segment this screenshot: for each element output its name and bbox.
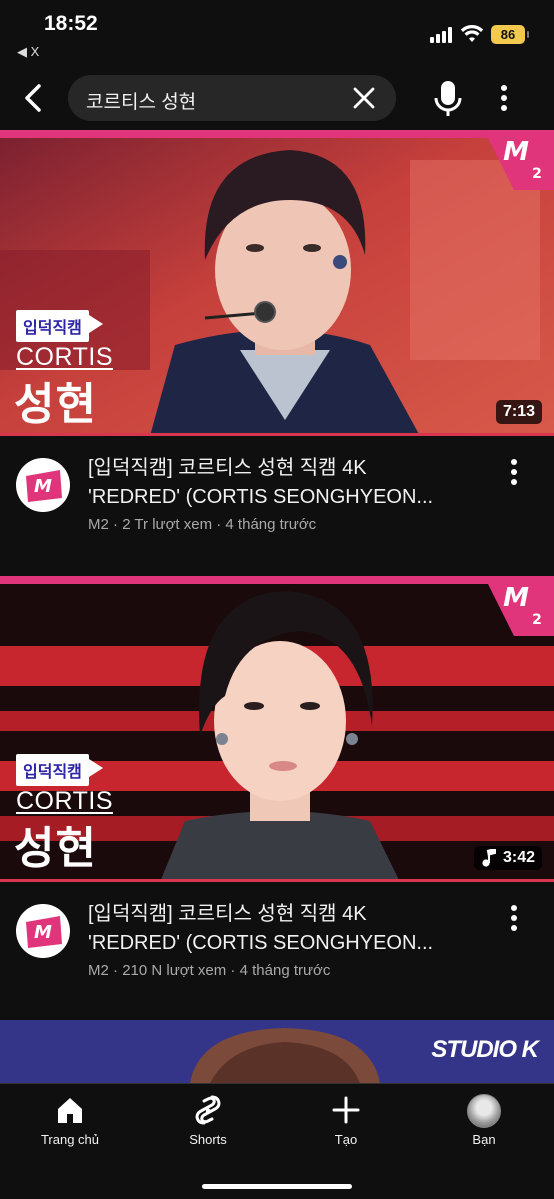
svg-text:2: 2 (532, 612, 542, 628)
video-title-line-2: 'REDRED' (CORTIS SEONGHYEON... (88, 932, 434, 954)
channel-avatar[interactable]: M (16, 904, 70, 958)
home-icon (58, 1098, 82, 1123)
search-input[interactable]: 코르티스 성현 (68, 75, 396, 121)
video-title-line-2: 'REDRED' (CORTIS SEONGHYEON... (88, 486, 434, 508)
studio-k-logo: STUDIO K (431, 1036, 539, 1063)
search-query-text: 코르티스 성현 (86, 92, 197, 113)
overlay-member-name: 성현 (14, 380, 97, 429)
svg-text:M: M (503, 583, 529, 613)
channel-name: M2 (88, 962, 109, 979)
video-meta: M [입덕직캠] 코르티스 성현 직캠 4K 'REDRED' (CORTIS … (0, 882, 554, 1012)
more-vert-icon[interactable] (492, 80, 516, 116)
m2-logo-icon: M (26, 916, 62, 948)
channel-name: M2 (88, 516, 109, 533)
status-time: 18:52 (44, 12, 98, 35)
video-thumbnail[interactable]: STUDIO K (0, 1020, 554, 1083)
video-thumbnail[interactable]: M 2 입덕직캠 CORTIS 성현 3:42 (0, 576, 554, 882)
m2-channel-logo: M 2 (484, 130, 554, 190)
video-title-line-1: [입덕직캠] 코르티스 성현 직캠 4K (88, 903, 367, 925)
upload-age: 4 tháng trước (225, 516, 317, 533)
wifi-icon (460, 24, 484, 42)
video-result[interactable]: STUDIO K (0, 1020, 554, 1083)
battery-indicator: 86 (491, 25, 529, 44)
video-subtitle: M2 · 210 N lượt xem · 4 tháng trước (88, 962, 331, 979)
video-thumbnail[interactable]: M 2 입덕직캠 CORTIS 성현 7:13 (0, 130, 554, 436)
nav-home[interactable]: Trang chủ (20, 1094, 120, 1147)
cellular-signal-icon (430, 27, 454, 43)
home-indicator (202, 1184, 352, 1189)
search-header: 코르티스 성현 (0, 72, 554, 124)
video-title-line-1: [입덕직캠] 코르티스 성현 직캠 4K (88, 457, 367, 479)
svg-text:M: M (34, 476, 52, 497)
nav-you-label: Bạn (472, 1132, 496, 1147)
video-title[interactable]: [입덕직캠] 코르티스 성현 직캠 4K 'REDRED' (CORTIS SE… (88, 454, 480, 512)
overlay-member-name: 성현 (14, 824, 97, 873)
view-count: 210 N lượt xem (122, 962, 227, 979)
nav-create[interactable]: Tạo (296, 1094, 396, 1147)
duration-text: 3:42 (502, 849, 535, 866)
shorts-icon (195, 1095, 221, 1125)
overlay-badge: 입덕직캠 (16, 310, 103, 342)
view-count: 2 Tr lượt xem (122, 516, 213, 533)
overlay-badge: 입덕직캠 (16, 754, 103, 786)
channel-avatar[interactable]: M (16, 458, 70, 512)
duration-text: 7:13 (502, 403, 535, 420)
more-vert-icon[interactable] (500, 456, 528, 488)
upload-age: 4 tháng trước (239, 962, 331, 979)
nav-home-label: Trang chủ (40, 1132, 100, 1147)
svg-text:2: 2 (532, 166, 542, 182)
nav-create-label: Tạo (334, 1132, 358, 1147)
duration-badge: 7:13 (495, 400, 542, 424)
plus-icon (332, 1096, 360, 1124)
bottom-navigation: Trang chủ Shorts Tạo Bạn (0, 1083, 554, 1199)
svg-text:M: M (503, 137, 529, 167)
nav-shorts[interactable]: Shorts (158, 1094, 258, 1147)
music-note-icon (482, 849, 496, 867)
back-arrow-icon[interactable] (14, 78, 54, 118)
more-vert-icon[interactable] (500, 902, 528, 934)
clear-icon[interactable] (352, 86, 376, 110)
m2-channel-logo: M 2 (484, 576, 554, 636)
svg-text:M: M (34, 922, 52, 943)
nav-shorts-label: Shorts (189, 1132, 227, 1147)
video-title[interactable]: [입덕직캠] 코르티스 성현 직캠 4K 'REDRED' (CORTIS SE… (88, 900, 480, 958)
nav-you[interactable]: Bạn (434, 1094, 534, 1147)
mic-icon[interactable] (430, 78, 466, 118)
duration-badge: 3:42 (473, 846, 542, 870)
back-to-app-link[interactable]: ◀ X (17, 44, 39, 60)
status-bar: 18:52 ◀ X 86 (0, 0, 554, 66)
video-subtitle: M2 · 2 Tr lượt xem · 4 tháng trước (88, 516, 317, 533)
video-meta: M [입덕직캠] 코르티스 성현 직캠 4K 'REDRED' (CORTIS … (0, 436, 554, 566)
m2-logo-icon: M (26, 470, 62, 502)
avatar (467, 1094, 501, 1128)
